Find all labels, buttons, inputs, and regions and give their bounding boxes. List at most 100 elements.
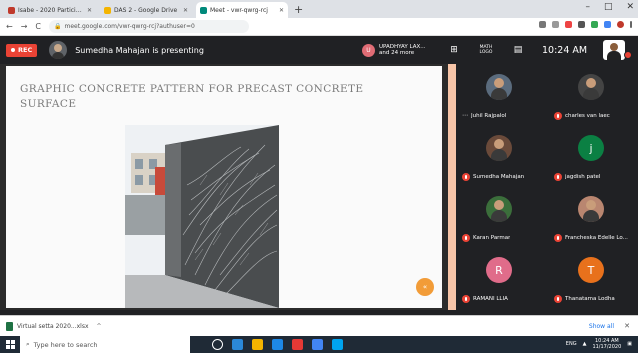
participants-chip[interactable]: U UPADHYAY LAX... and 24 more <box>362 41 425 59</box>
extension-icon[interactable] <box>591 21 598 28</box>
concrete-wall-photo <box>125 125 279 308</box>
taskbar-apps <box>212 339 343 350</box>
url-field[interactable]: 🔒 meet.google.com/vwr-qwrg-rcj?authuser=… <box>49 20 249 33</box>
camera-icon[interactable] <box>539 21 546 28</box>
download-filename: Virtual setta 2020...xlsx <box>17 322 89 330</box>
url-text: meet.google.com/vwr-qwrg-rcj?authuser=0 <box>64 23 195 30</box>
excel-file-icon <box>6 321 13 331</box>
taskbar-search-box[interactable]: ⌕ Type here to search <box>20 336 190 353</box>
search-icon: ⌕ <box>26 340 30 348</box>
meet-top-bar: REC Sumedha Mahajan is presenting U UPAD… <box>0 36 638 64</box>
host-avatar: U <box>362 43 375 57</box>
windows-start-icon[interactable] <box>2 336 18 353</box>
mic-muted-icon <box>462 234 470 242</box>
participant-tile[interactable]: Sumedha Mahajan <box>456 129 548 189</box>
people-icon[interactable]: MATH LOGO <box>478 42 494 58</box>
participant-name-row: Francheska Edelle Lo... <box>554 234 638 242</box>
participant-tile[interactable]: R RAMANI LLIA <box>456 251 548 311</box>
new-tab-button[interactable]: + <box>294 2 303 18</box>
participant-tile[interactable]: ⋯ Juhil Rajpalol <box>456 68 548 128</box>
tab-close-icon[interactable]: ✕ <box>87 7 92 14</box>
notifications-icon[interactable]: ▣ <box>627 341 632 347</box>
close-window-button[interactable]: ✕ <box>626 2 634 12</box>
chat-icon[interactable]: ▤ <box>510 42 526 58</box>
collapse-panel-button[interactable]: « <box>416 278 434 296</box>
participant-tile[interactable]: T Thanatama Lodha <box>548 251 638 311</box>
presenter-avatar <box>49 41 68 59</box>
browser-tab[interactable]: DAS 2 - Google Drive ✕ <box>100 2 192 18</box>
taskbar-app-icon[interactable] <box>332 339 343 350</box>
participant-avatar <box>486 74 512 100</box>
participant-name: jagdish patel <box>565 174 601 180</box>
maximize-button[interactable]: □ <box>604 2 613 12</box>
forward-button[interactable]: → <box>21 22 28 31</box>
browser-tab-active[interactable]: Meet - vwr-qwrg-rcj ✕ <box>196 2 288 18</box>
menu-icon[interactable] <box>630 21 632 28</box>
slide-title: Graphic concrete pattern for precast con… <box>20 83 364 110</box>
participant-avatar: j <box>578 135 604 161</box>
tab-title: DAS 2 - Google Drive <box>114 6 178 14</box>
participant-name: Francheska Edelle Lo... <box>565 235 628 241</box>
participant-name: Sumedha Mahajan <box>473 174 525 180</box>
taskbar-app-icon[interactable] <box>312 339 323 350</box>
mic-muted-icon <box>554 234 562 242</box>
extension-icon[interactable] <box>565 21 572 28</box>
tab-favicon-icon <box>104 6 111 14</box>
taskbar-app-icon[interactable] <box>232 339 243 350</box>
screen: Isabe - 2020 Participant List - g... ✕ D… <box>0 0 638 353</box>
network-icon[interactable]: ▲ <box>583 341 587 347</box>
tray-date: 11/17/2020 <box>592 344 622 350</box>
minimize-button[interactable]: – <box>585 2 590 12</box>
tab-favicon-icon <box>200 6 207 14</box>
back-button[interactable]: ← <box>6 22 13 31</box>
tab-favicon-icon <box>8 6 15 14</box>
participant-name: Juhil Rajpalol <box>471 112 507 119</box>
participant-name-row: ⋯ Juhil Rajpalol <box>462 112 548 119</box>
taskbar-app-icon[interactable] <box>212 339 223 350</box>
taskbar-app-icon[interactable] <box>252 339 263 350</box>
profile-avatar-icon[interactable] <box>617 21 624 28</box>
download-options-caret-icon[interactable]: ^ <box>97 323 102 330</box>
participant-avatar <box>578 196 604 222</box>
tab-close-icon[interactable]: ✕ <box>279 7 284 14</box>
download-item[interactable]: Virtual setta 2020...xlsx <box>6 321 89 331</box>
participant-name-row: RAMANI LLIA <box>462 295 548 303</box>
close-downloads-icon[interactable]: ✕ <box>624 322 630 330</box>
participant-avatar <box>578 74 604 100</box>
star-icon[interactable] <box>552 21 559 28</box>
extension-icon[interactable] <box>604 21 611 28</box>
show-all-link[interactable]: Show all <box>589 323 614 330</box>
system-tray: ENG ▲ 10:24 AM 11/17/2020 ▣ <box>566 338 632 350</box>
participant-name: RAMANI LLIA <box>473 296 508 302</box>
search-placeholder: Type here to search <box>33 340 98 349</box>
browser-tab[interactable]: Isabe - 2020 Participant List - g... ✕ <box>4 2 96 18</box>
participant-tile[interactable]: charles van laec <box>548 68 638 128</box>
host-chip-text: UPADHYAY LAX... and 24 more <box>379 44 425 57</box>
taskbar-app-icon[interactable] <box>292 339 303 350</box>
taskbar-app-icon[interactable] <box>272 339 283 350</box>
tray-clock[interactable]: 10:24 AM 11/17/2020 <box>592 338 621 350</box>
participant-tile[interactable]: j jagdish patel <box>548 129 638 189</box>
lock-icon: 🔒 <box>54 23 62 30</box>
participant-tile[interactable]: Francheska Edelle Lo... <box>548 190 638 250</box>
presentation-area: Graphic concrete pattern for precast con… <box>0 64 448 310</box>
presenting-status: Sumedha Mahajan is presenting <box>75 45 204 55</box>
host-name: UPADHYAY LAX... <box>379 43 426 50</box>
participant-name: Karan Parmar <box>473 235 511 241</box>
extension-icon[interactable] <box>578 21 585 28</box>
language-indicator[interactable]: ENG <box>566 341 577 347</box>
grid-icon[interactable]: ⊞ <box>446 42 462 58</box>
participant-tile[interactable]: Karan Parmar <box>456 190 548 250</box>
tab-title: Meet - vwr-qwrg-rcj <box>210 6 268 14</box>
self-view-avatar[interactable] <box>603 40 626 60</box>
reload-button[interactable]: C <box>35 22 41 31</box>
tab-close-icon[interactable]: ✕ <box>183 7 188 14</box>
shared-slide: Graphic concrete pattern for precast con… <box>6 66 442 308</box>
mic-muted-icon <box>462 173 470 181</box>
recording-dot-icon <box>11 48 15 52</box>
mic-muted-icon <box>554 112 562 120</box>
participant-name-row: Karan Parmar <box>462 234 548 242</box>
recording-label: REC <box>18 46 33 54</box>
participant-name-row: charles van laec <box>554 112 638 120</box>
more-options-icon[interactable]: ⋯ <box>462 112 468 119</box>
